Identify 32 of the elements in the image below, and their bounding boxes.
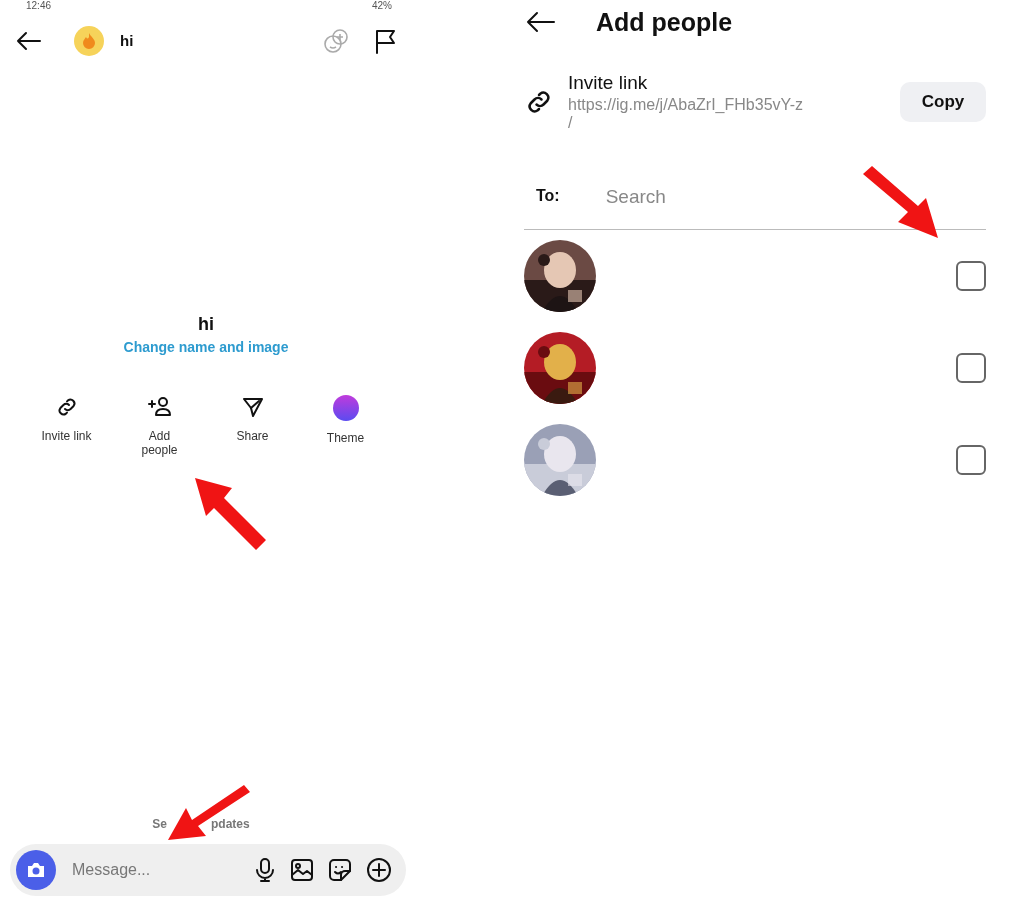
checkbox[interactable]: [956, 352, 986, 383]
camera-icon: [26, 861, 46, 879]
back-icon[interactable]: [16, 31, 42, 51]
battery-percent: 42%: [372, 0, 392, 10]
action-button[interactable]: Add people: [113, 394, 206, 458]
action-button[interactable]: Share: [206, 394, 299, 458]
group-name: hi: [198, 314, 214, 335]
add-person-icon: [146, 394, 173, 419]
action-button[interactable]: Invite link: [20, 394, 113, 458]
sticker-icon[interactable]: [328, 858, 352, 882]
microphone-icon[interactable]: [254, 858, 276, 882]
message-field[interactable]: Message...: [70, 860, 240, 880]
invite-link-label: Invite link: [568, 72, 649, 94]
gallery-icon[interactable]: [290, 858, 314, 882]
checkbox[interactable]: [956, 260, 986, 291]
to-label: To:: [536, 187, 560, 206]
checkbox[interactable]: [956, 444, 986, 475]
see-updates-text: Se: [152, 818, 167, 832]
flag-icon[interactable]: [374, 28, 396, 54]
group-avatar-icon: [74, 26, 104, 56]
add-icon[interactable]: [366, 857, 392, 883]
invite-url: https://ig.me/j/AbaZrI_FHb35vY-z /: [568, 95, 805, 133]
copy-button[interactable]: Copy: [900, 82, 986, 123]
action-button[interactable]: Theme: [299, 394, 392, 458]
see-updates-text: pdates: [211, 818, 250, 832]
back-icon[interactable]: [526, 11, 556, 33]
page-title: Add people: [596, 7, 733, 37]
chat-title: hi: [120, 32, 134, 50]
camera-button[interactable]: [16, 850, 56, 890]
annotation-arrow: [195, 478, 266, 550]
status-time: 12:46: [26, 0, 52, 10]
theme-circle-icon: [332, 394, 359, 421]
